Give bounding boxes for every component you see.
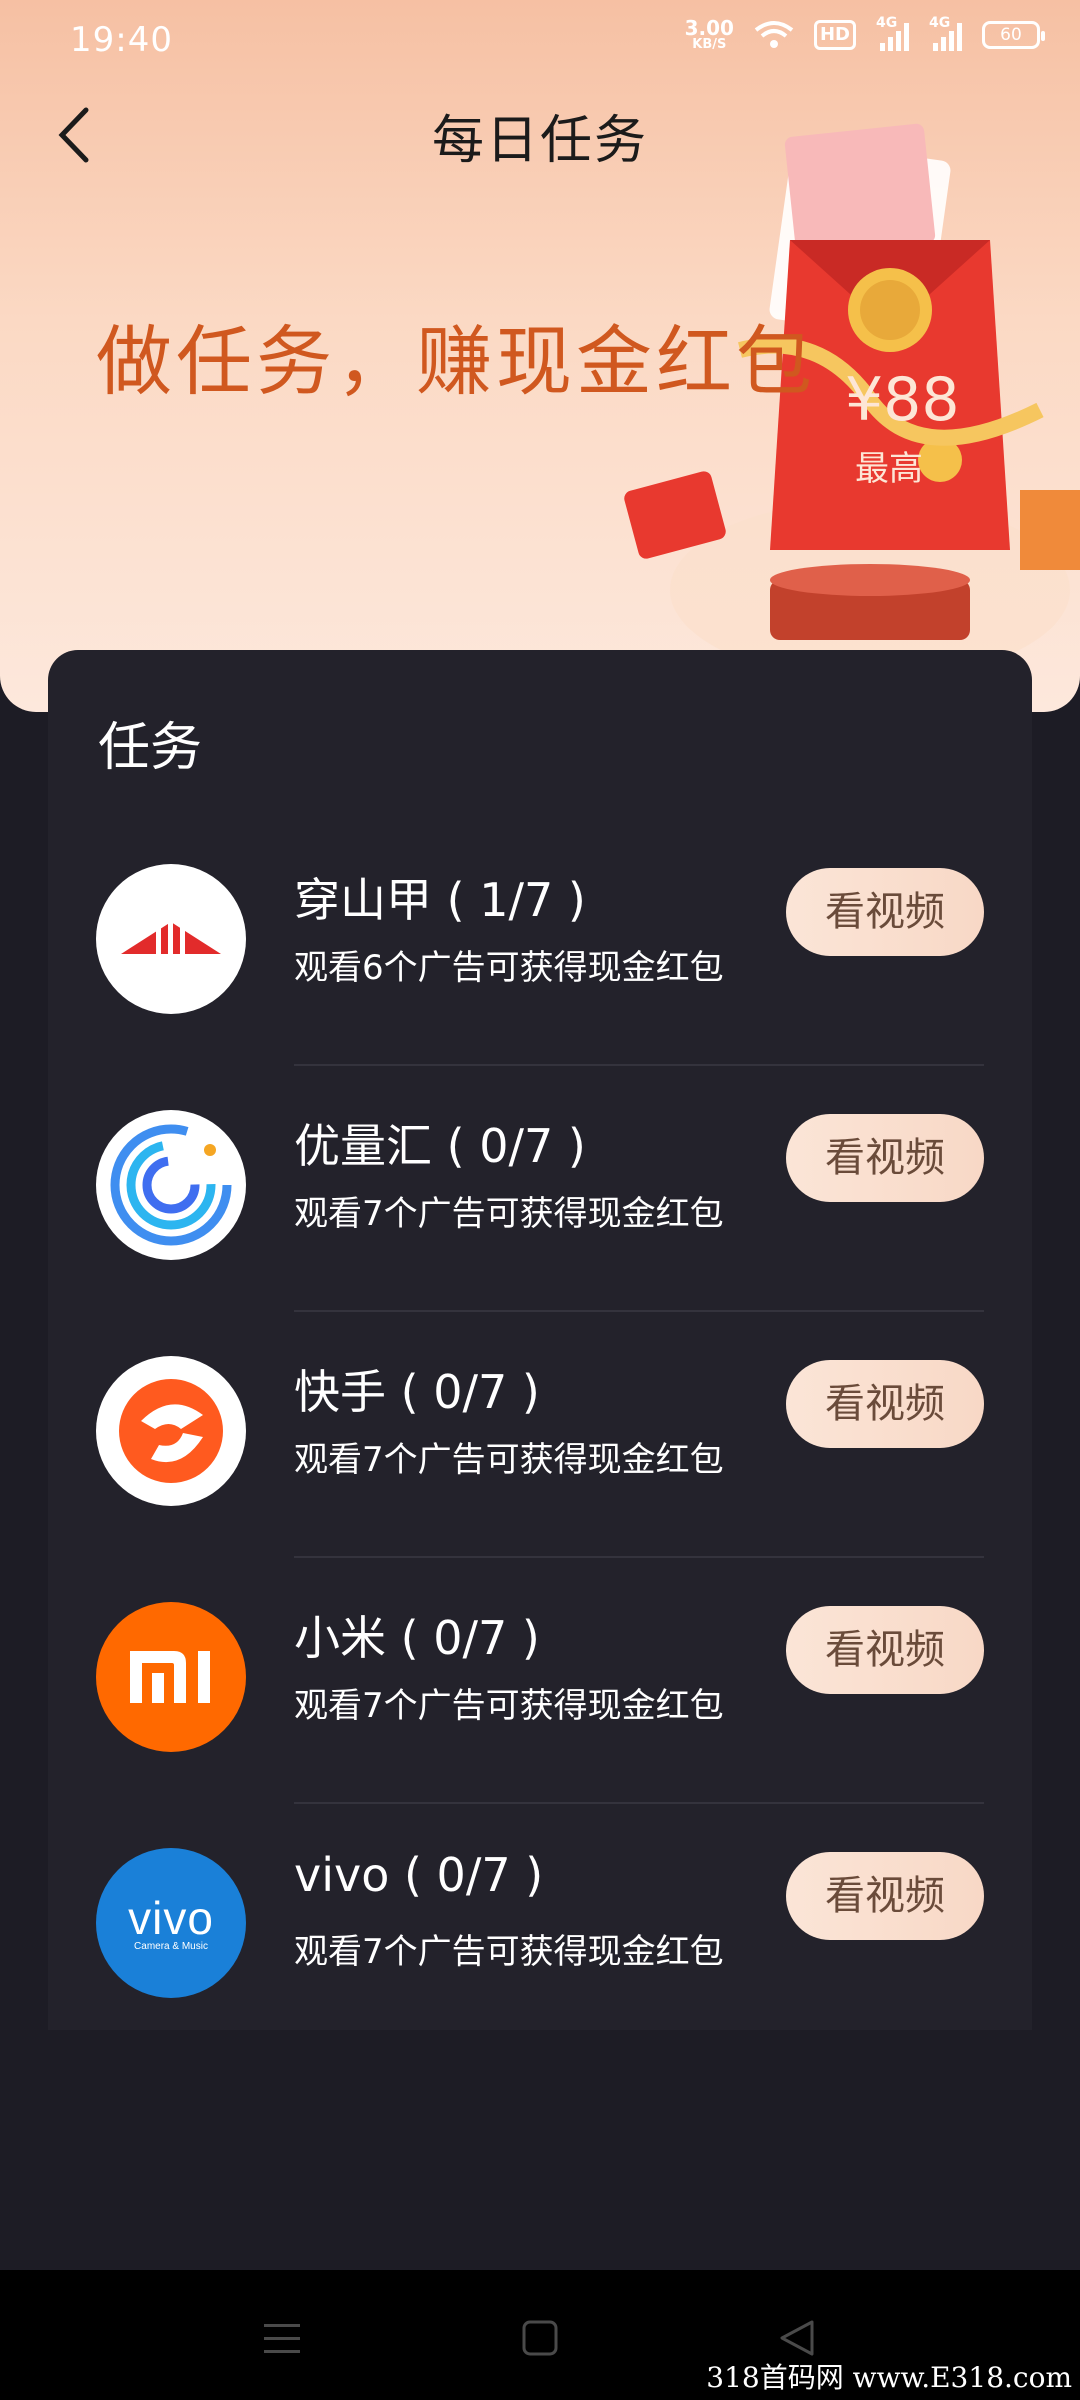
battery-icon: 60	[982, 21, 1045, 49]
signal-label-1: 4G	[876, 15, 898, 31]
signal-icon-2: 4G	[929, 15, 962, 51]
pangle-logo-icon	[96, 864, 246, 1014]
page-title: 每日任务	[431, 111, 648, 171]
hero-banner: ¥88 最高 19:40 3.00 KB/S HD 4G 4G 60 每日任务 …	[0, 0, 1080, 712]
max-amount-text: ¥88	[845, 365, 960, 435]
task-name: 快手 ( 0/7 )	[294, 1365, 540, 1419]
task-row: 快手 ( 0/7 ) 观看7个广告可获得现金红包 看视频	[48, 1312, 1032, 1558]
vivo-logo-subtext: Camera & Music	[134, 1940, 208, 1952]
task-description: 观看6个广告可获得现金红包	[294, 948, 724, 988]
task-description: 观看7个广告可获得现金红包	[294, 1440, 724, 1480]
task-row: vivo Camera & Music vivo ( 0/7 ) 观看7个广告可…	[48, 1804, 1032, 2050]
watch-video-button[interactable]: 看视频	[786, 1852, 984, 1940]
watch-video-button[interactable]: 看视频	[786, 868, 984, 956]
task-row: 优量汇 ( 0/7 ) 观看7个广告可获得现金红包 看视频	[48, 1066, 1032, 1312]
task-name: 优量汇 ( 0/7 )	[294, 1119, 586, 1173]
watch-video-button[interactable]: 看视频	[786, 1360, 984, 1448]
task-card: 任务 穿山甲 ( 1/7 ) 观看6个广告可获得现金红包 看视频 优量汇 ( 0…	[48, 650, 1032, 2030]
youlianghui-logo-icon	[96, 1110, 246, 1260]
status-bar: 19:40 3.00 KB/S HD 4G 4G 60	[0, 0, 1080, 80]
network-speed: 3.00 KB/S	[685, 18, 734, 52]
watch-video-button[interactable]: 看视频	[786, 1606, 984, 1694]
watermark: 318首码网 www.E318.com	[706, 2361, 1072, 2394]
network-speed-unit: KB/S	[692, 37, 727, 52]
status-icons: 3.00 KB/S HD 4G 4G 60	[685, 15, 1045, 52]
task-row: 小米 ( 0/7 ) 观看7个广告可获得现金红包 看视频	[48, 1558, 1032, 1804]
wifi-icon	[754, 21, 794, 48]
xiaomi-logo-icon	[96, 1602, 246, 1752]
task-description: 观看7个广告可获得现金红包	[294, 1194, 724, 1234]
watch-video-button[interactable]: 看视频	[786, 1114, 984, 1202]
vivo-logo-text: vivo	[128, 1891, 214, 1944]
task-name: 小米 ( 0/7 )	[294, 1611, 540, 1665]
task-description: 观看7个广告可获得现金红包	[294, 1686, 724, 1726]
task-name: 穿山甲 ( 1/7 )	[294, 873, 586, 927]
signal-icon-1: 4G	[876, 15, 909, 51]
system-nav-bar: 318首码网 www.E318.com	[0, 2270, 1080, 2400]
home-icon	[522, 2320, 558, 2356]
task-description: 观看7个广告可获得现金红包	[294, 1932, 724, 1972]
task-row: 穿山甲 ( 1/7 ) 观看6个广告可获得现金红包 看视频	[48, 820, 1032, 1066]
menu-button[interactable]	[252, 2308, 312, 2368]
task-section-title: 任务	[98, 718, 203, 778]
home-button[interactable]	[510, 2308, 570, 2368]
hero-slogan: 做任务，赚现金红包	[96, 317, 816, 406]
hd-icon: HD	[813, 20, 856, 50]
kuaishou-logo-icon	[96, 1356, 246, 1506]
status-time: 19:40	[70, 20, 173, 60]
task-name: vivo ( 0/7 )	[294, 1848, 544, 1902]
max-amount-label: 最高	[855, 449, 923, 489]
menu-icon	[264, 2324, 300, 2353]
signal-label-2: 4G	[929, 15, 951, 31]
vivo-logo-icon: vivo Camera & Music	[96, 1848, 246, 1998]
